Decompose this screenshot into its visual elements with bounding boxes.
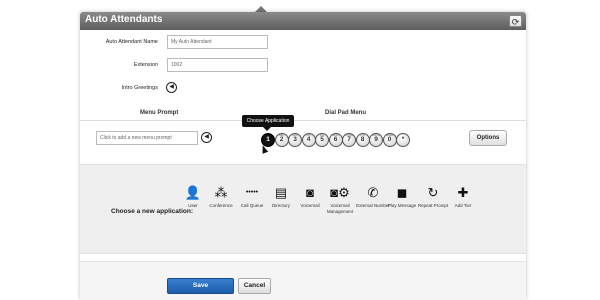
dial-key-5[interactable]: 5 JKL	[315, 133, 329, 147]
title-bar: Auto Attendants ⟳	[80, 12, 526, 30]
extension-label: Extension	[133, 62, 158, 68]
intro-greetings-label: Intro Greetings	[121, 85, 158, 91]
dial-pad-menu-header: Dial Pad Menu	[325, 110, 367, 116]
dial-key-letters: DEF	[292, 134, 298, 137]
dial-key-letters: MNO	[332, 134, 339, 137]
dial-key-digit: *	[401, 136, 405, 143]
voicemail-management-icon: ◙⚙	[330, 185, 350, 200]
app-add-tier[interactable]: ✚ Add Tier	[445, 185, 481, 209]
options-button[interactable]: Options	[469, 130, 507, 146]
auto-attendant-panel: Auto Attendants ⟳ Auto Attendant Name My…	[80, 12, 526, 300]
dial-key-letters: GHI	[306, 134, 311, 137]
dial-key-9[interactable]: 9 WXYZ	[369, 133, 383, 147]
intro-greetings-speaker-icon[interactable]: ◀	[166, 82, 177, 93]
name-label: Auto Attendant Name	[105, 39, 158, 45]
choose-application-heading: Choose a new application:	[111, 208, 193, 215]
dial-key-letters: PQRS	[345, 134, 353, 137]
dial-key-3[interactable]: 3 DEF	[288, 133, 302, 147]
dial-key-2[interactable]: 2 ABC	[274, 133, 289, 147]
refresh-button[interactable]: ⟳	[509, 15, 522, 27]
menu-prompt-input[interactable]: Click to add a new menu prompt	[96, 131, 198, 145]
app-label: Voicemail Management	[326, 203, 354, 214]
dial-key-0[interactable]: 0 OPER	[382, 133, 397, 147]
dial-key-digit: 1	[266, 136, 270, 143]
save-button[interactable]: Save	[167, 278, 234, 294]
dial-key-letters: OPER	[385, 134, 394, 137]
dial-key-letters: WXYZ	[372, 134, 380, 137]
menu-prompt-header: Menu Prompt	[140, 110, 179, 116]
extension-field[interactable]: 1002	[167, 58, 268, 72]
app-label: Add Tier	[454, 203, 472, 208]
application-chooser: Choose a new application: 👤 User ⁂ Conferen…	[80, 164, 526, 254]
form-footer: Save Cancel	[80, 261, 526, 300]
divider	[80, 120, 526, 121]
dial-key-6[interactable]: 6 MNO	[328, 133, 343, 147]
dial-key-star[interactable]: *	[396, 133, 410, 147]
dial-key-letters: JKL	[319, 134, 325, 137]
refresh-icon: ⟳	[511, 17, 520, 27]
dial-key-8[interactable]: 8 TUV	[355, 133, 370, 147]
dial-key-letters: TUV	[360, 134, 365, 137]
cancel-button[interactable]: Cancel	[238, 278, 271, 294]
choose-application-tooltip: Choose Application	[242, 115, 294, 131]
app-voicemail-management[interactable]: ◙⚙ Voicemail Management	[322, 185, 358, 215]
dial-key-4[interactable]: 4 GHI	[301, 133, 316, 147]
name-field[interactable]: My Auto Attendant	[167, 35, 268, 49]
dial-key-letters: ABC	[278, 134, 285, 137]
page-title: Auto Attendants	[85, 14, 163, 25]
add-tier-icon: ✚	[457, 185, 469, 200]
menu-prompt-speaker-icon[interactable]: ◀	[201, 132, 212, 143]
dial-key-7[interactable]: 7 PQRS	[342, 133, 356, 147]
